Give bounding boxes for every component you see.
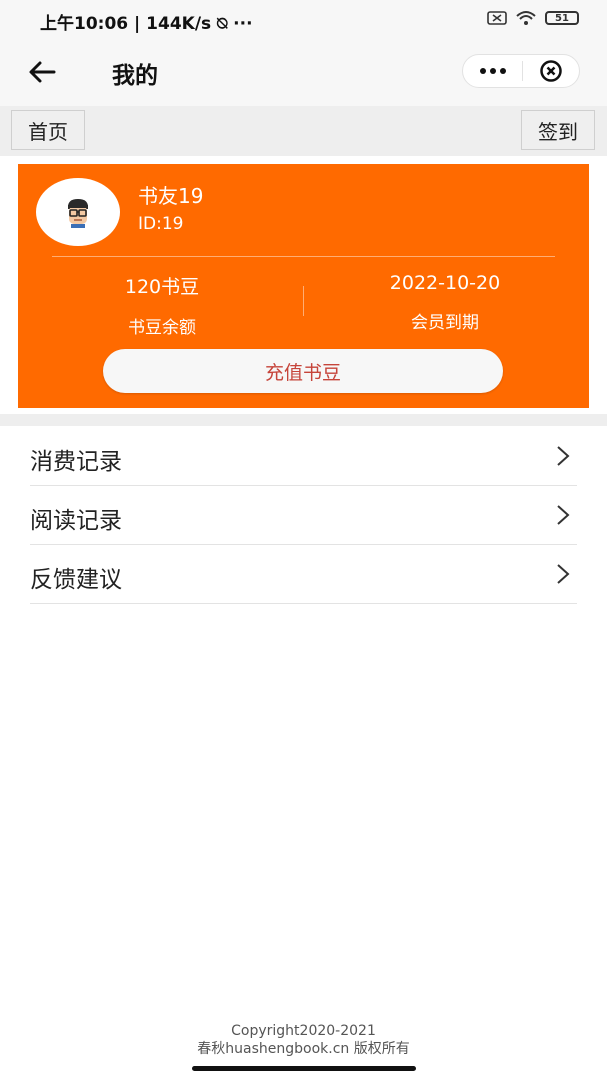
beans-label: 书豆余额 — [128, 318, 196, 338]
beans-balance-stat: 120书豆 书豆余额 — [62, 272, 262, 338]
section-gap — [0, 414, 607, 426]
user-id: ID:19 — [138, 214, 184, 234]
more-dots-icon — [479, 68, 506, 74]
wifi-icon — [516, 11, 536, 25]
menu-item-feedback[interactable]: 反馈建议 — [30, 546, 577, 604]
home-button[interactable]: 首页 — [11, 110, 85, 150]
expire-value: 2022-10-20 — [389, 272, 501, 294]
battery-icon: 51 — [545, 11, 579, 25]
status-bar: 上午10:06 | 144K/s ⍉ ··· 51 — [0, 0, 607, 40]
page-title: 我的 — [112, 63, 158, 89]
signin-button[interactable]: 签到 — [521, 110, 595, 150]
mini-program-capsule — [462, 54, 580, 88]
chevron-right-icon — [557, 446, 570, 466]
more-button[interactable] — [463, 54, 522, 88]
chevron-right-icon — [557, 505, 570, 525]
beans-value: 120书豆 — [124, 276, 200, 298]
top-toolbar: 首页 签到 — [0, 106, 607, 156]
home-indicator[interactable] — [192, 1066, 416, 1071]
membership-expiry-stat: 2022-10-20 会员到期 — [345, 272, 545, 333]
avatar-face-icon — [68, 199, 88, 228]
card-divider — [52, 256, 555, 257]
username: 书友19 — [138, 184, 204, 208]
expire-label: 会员到期 — [411, 313, 479, 333]
copyright-text: Copyright2020-2021 — [231, 1023, 376, 1039]
menu-item-label: 阅读记录 — [30, 508, 122, 534]
close-mini-program-button[interactable] — [523, 54, 579, 88]
recharge-button[interactable]: 充值书豆 — [103, 349, 503, 393]
site-text: 春秋huashengbook.cn 版权所有 — [197, 1041, 410, 1057]
chevron-right-icon — [557, 564, 570, 584]
profile-card: 书友19 ID:19 120书豆 书豆余额 2022-10-20 会员到期 充值… — [18, 164, 589, 408]
menu-item-consumption-records[interactable]: 消费记录 — [30, 428, 577, 486]
nav-bar: 我的 — [0, 40, 607, 106]
stat-divider — [303, 286, 304, 316]
menu-item-reading-records[interactable]: 阅读记录 — [30, 487, 577, 545]
back-arrow-icon[interactable] — [26, 56, 58, 88]
close-circle-icon — [540, 60, 562, 82]
status-icons: 51 — [487, 10, 579, 26]
menu-item-label: 反馈建议 — [30, 567, 122, 593]
status-text: 上午10:06 | 144K/s ⍉ ··· — [40, 14, 253, 34]
footer: Copyright2020-2021 春秋huashengbook.cn 版权所… — [0, 1022, 607, 1058]
avatar[interactable] — [36, 178, 120, 246]
sim-icon — [487, 11, 507, 25]
menu-item-label: 消费记录 — [30, 449, 122, 475]
